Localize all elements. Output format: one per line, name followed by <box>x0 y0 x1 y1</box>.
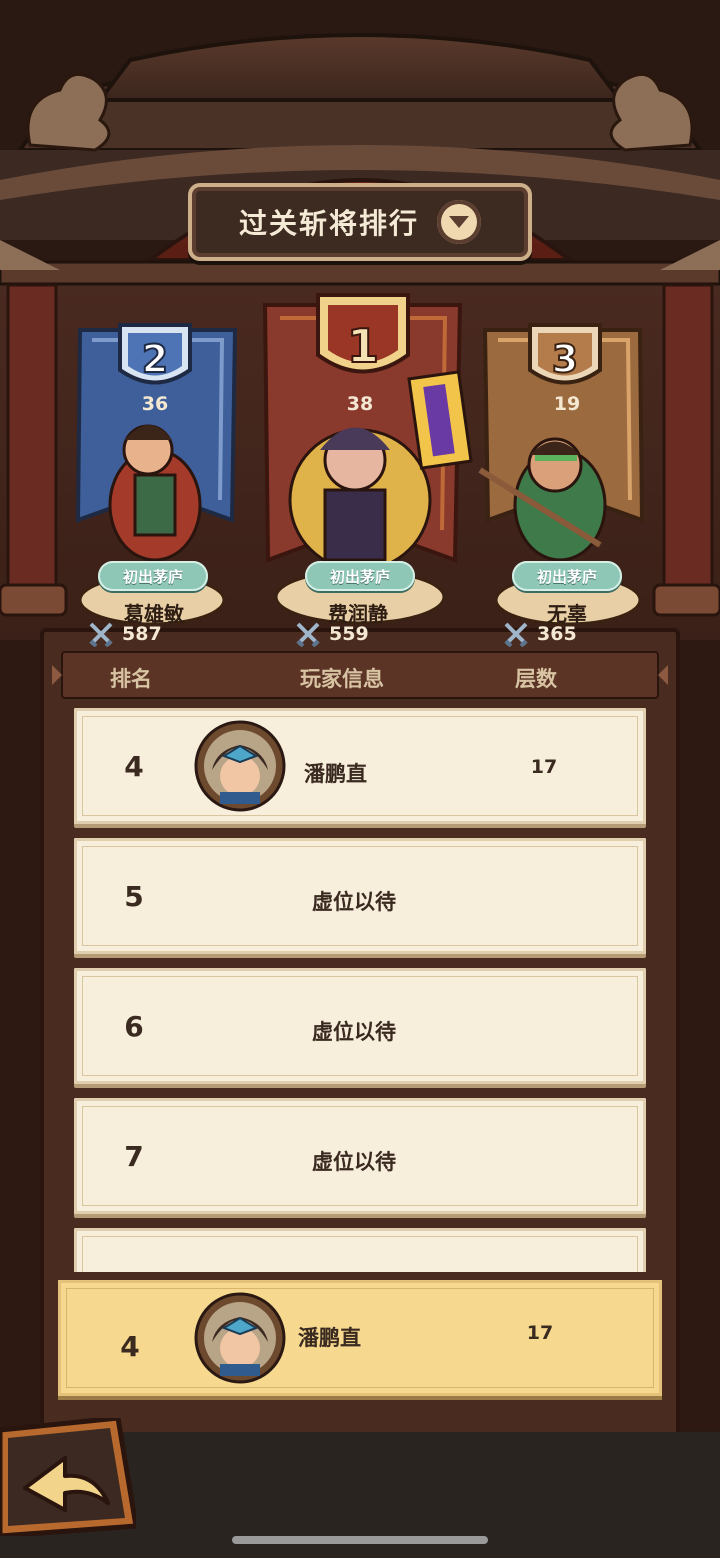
page-title: 过关斩将排行 <box>238 207 419 240</box>
svg-text:1: 1 <box>347 319 379 373</box>
column-rank: 排名 <box>110 667 152 691</box>
rank-shield-1: 1 <box>316 293 410 374</box>
row-placeholder: 虚位以待 <box>312 1150 396 1174</box>
podium-1-score: 38 <box>346 393 374 415</box>
row-rank: 6 <box>124 1010 144 1043</box>
crossed-swords-icon <box>296 622 320 647</box>
avatar[interactable] <box>194 720 286 812</box>
row-placeholder: 虚位以待 <box>312 1020 396 1044</box>
row-player-name: 潘鹏直 <box>304 762 367 786</box>
column-player-info: 玩家信息 <box>300 667 384 691</box>
podium-2-title-badge: 初出茅庐 <box>98 561 208 591</box>
row-floors: 17 <box>530 756 558 778</box>
row-placeholder: 虚位以待 <box>312 890 396 914</box>
row-rank: 7 <box>124 1140 144 1173</box>
podium-1-power: 559 <box>295 621 369 647</box>
rank-shield-2: 2 <box>118 323 192 385</box>
podium-3-power: 365 <box>503 621 577 647</box>
podium-2-power-value: 587 <box>122 623 162 645</box>
back-arrow-icon[interactable] <box>0 1418 136 1536</box>
ranking-header: 排名 玩家信息 层数 <box>70 655 650 697</box>
crossed-swords-icon <box>89 622 113 647</box>
list-item[interactable] <box>74 1228 646 1272</box>
row-rank: 4 <box>124 750 144 783</box>
list-item[interactable]: 6 虚位以待 <box>74 968 646 1084</box>
title-plate[interactable]: 过关斩将排行 <box>188 183 532 261</box>
ranking-list[interactable]: 4 潘鹏直 17 5 虚位以待 6 虚位以待 7 虚位以待 <box>70 704 650 1272</box>
crossed-swords-icon <box>504 622 528 647</box>
svg-text:3: 3 <box>552 337 578 381</box>
podium-2-score: 36 <box>141 393 169 415</box>
podium-3-power-value: 365 <box>537 623 577 645</box>
podium-2-power: 587 <box>88 621 162 647</box>
podium-3-title-badge: 初出茅庐 <box>512 561 622 591</box>
row-rank: 5 <box>124 880 144 913</box>
svg-text:2: 2 <box>142 337 168 381</box>
rank-shield-3: 3 <box>528 323 602 385</box>
podium-1-title-badge: 初出茅庐 <box>305 561 415 591</box>
chevron-down-icon[interactable] <box>437 200 481 244</box>
my-rank-row[interactable]: 4 潘鹏直 17 <box>58 1280 662 1396</box>
podium-1-power-value: 559 <box>329 623 369 645</box>
avatar[interactable] <box>194 1292 286 1384</box>
column-floors: 层数 <box>515 667 557 691</box>
my-floors: 17 <box>526 1322 554 1344</box>
home-indicator[interactable] <box>232 1536 488 1544</box>
my-player-name: 潘鹏直 <box>298 1326 361 1350</box>
list-item[interactable]: 7 虚位以待 <box>74 1098 646 1214</box>
list-item[interactable]: 4 潘鹏直 17 <box>74 708 646 824</box>
list-item[interactable]: 5 虚位以待 <box>74 838 646 954</box>
my-rank: 4 <box>120 1330 140 1363</box>
podium-3-score: 19 <box>553 393 581 415</box>
